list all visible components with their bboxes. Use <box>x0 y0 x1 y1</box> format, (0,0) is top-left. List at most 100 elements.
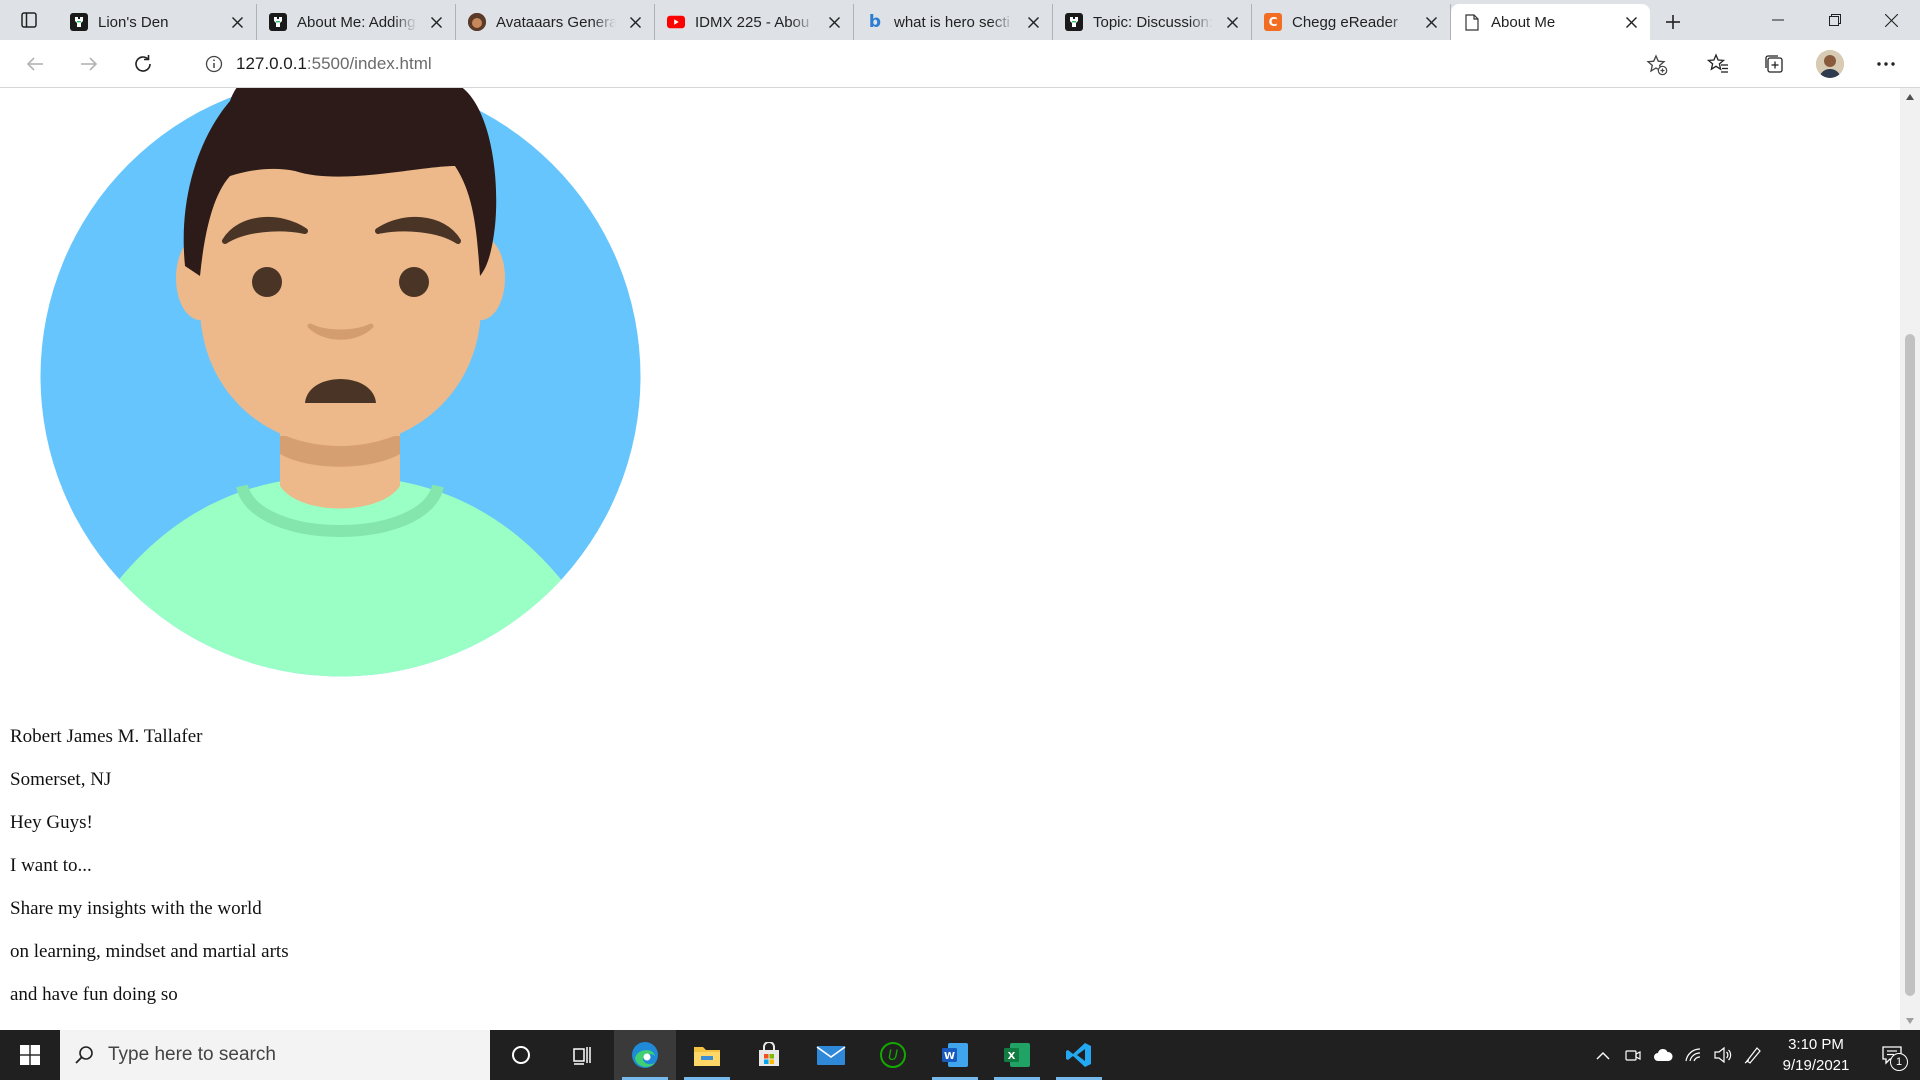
tab-title: About Me: Adding <box>297 13 416 31</box>
avatar-illustration <box>40 88 641 677</box>
settings-menu-button[interactable] <box>1858 40 1914 88</box>
clock-date: 9/19/2021 <box>1782 1057 1850 1074</box>
url-path: :5500/index.html <box>306 54 432 73</box>
tab-close-icon[interactable] <box>228 13 246 31</box>
bio-line: I want to... <box>10 855 92 876</box>
site-info-button[interactable] <box>192 55 236 73</box>
action-center-button[interactable]: 1 <box>1864 1030 1920 1080</box>
scroll-down-button[interactable] <box>1900 1012 1920 1030</box>
chegg-icon: C <box>1264 13 1282 31</box>
browser-tab[interactable]: IDMX 225 - Abou <box>655 4 854 40</box>
tab-title: Lion's Den <box>98 13 169 31</box>
collections-icon <box>1765 55 1783 73</box>
excel-taskbar-button[interactable]: X <box>986 1030 1048 1080</box>
back-button[interactable] <box>8 44 62 84</box>
restore-button[interactable] <box>1806 0 1863 40</box>
network-button[interactable] <box>1678 1030 1708 1080</box>
word-taskbar-button[interactable]: W <box>924 1030 986 1080</box>
start-button[interactable] <box>0 1030 60 1080</box>
taskbar-clock[interactable]: 3:10 PM 9/19/2021 <box>1768 1034 1864 1076</box>
forward-arrow-icon <box>81 56 98 71</box>
browser-tab[interactable]: About Me <box>1451 4 1650 40</box>
tab-title: Avataaars Genera <box>496 13 616 31</box>
new-tab-button[interactable] <box>1650 4 1696 40</box>
lions-den-icon <box>70 13 88 31</box>
volume-button[interactable] <box>1708 1030 1738 1080</box>
microsoft-store-taskbar-button[interactable] <box>738 1030 800 1080</box>
browser-tab[interactable]: Lion's Den <box>58 4 257 40</box>
star-add-icon <box>1646 54 1668 76</box>
page-scrollbar[interactable] <box>1900 88 1920 1030</box>
file-explorer-taskbar-button[interactable] <box>676 1030 738 1080</box>
page-icon <box>1463 13 1481 31</box>
scroll-thumb[interactable] <box>1905 334 1915 996</box>
task-view-taskbar-button[interactable] <box>552 1030 614 1080</box>
forward-button[interactable] <box>62 44 116 84</box>
tab-close-icon[interactable] <box>1223 13 1241 31</box>
browser-tab[interactable]: Topic: Discussion: <box>1053 4 1252 40</box>
refresh-icon <box>135 54 151 72</box>
notification-count-badge: 1 <box>1890 1053 1908 1071</box>
browser-tab[interactable]: C Chegg eReader <box>1252 4 1451 40</box>
svg-text:U: U <box>888 1048 898 1064</box>
tab-close-icon[interactable] <box>1622 13 1640 31</box>
tab-close-icon[interactable] <box>427 13 445 31</box>
info-icon <box>205 55 223 73</box>
speaker-icon <box>1714 1047 1732 1063</box>
bio-line: Robert James M. Tallafer <box>10 726 203 747</box>
minimize-button[interactable] <box>1749 0 1806 40</box>
clock-time: 3:10 PM <box>1788 1036 1844 1053</box>
favorites-icon <box>1707 53 1728 73</box>
browser-tab[interactable]: b what is hero secti <box>854 4 1053 40</box>
tab-actions-icon <box>21 12 37 28</box>
lions-den-icon <box>269 13 287 31</box>
cortana-icon <box>510 1044 532 1066</box>
pen-workspace-button[interactable] <box>1738 1030 1768 1080</box>
bing-icon: b <box>868 12 882 32</box>
page-viewport: Robert James M. Tallafer Somerset, NJ Hey … <box>0 88 1900 1030</box>
add-favorite-button[interactable] <box>1646 54 1668 81</box>
collections-button[interactable] <box>1746 40 1802 88</box>
tab-close-icon[interactable] <box>626 13 644 31</box>
tab-title: About Me <box>1491 13 1556 31</box>
refresh-button[interactable] <box>116 44 170 84</box>
tab-close-icon[interactable] <box>1024 13 1042 31</box>
browser-tab[interactable]: Avataaars Genera <box>456 4 655 40</box>
toolbar-actions <box>1690 40 1920 88</box>
show-hidden-icons-button[interactable] <box>1588 1030 1618 1080</box>
upwork-icon: U <box>879 1041 907 1069</box>
mail-taskbar-button[interactable] <box>800 1030 862 1080</box>
chevron-up-icon <box>1596 1051 1610 1059</box>
bio-section: Robert James M. Tallafer Somerset, NJ Hey … <box>10 726 289 1027</box>
plus-icon <box>1666 15 1680 29</box>
close-window-button[interactable] <box>1863 0 1920 40</box>
word-icon: W <box>940 1041 970 1069</box>
scroll-up-button[interactable] <box>1900 88 1920 106</box>
task-view-icon <box>572 1044 594 1066</box>
url-host: 127.0.0.1 <box>236 54 307 73</box>
browser-tab[interactable]: About Me: Adding <box>257 4 456 40</box>
tab-actions-button[interactable] <box>0 0 58 40</box>
taskbar-search-box[interactable]: Type here to search <box>60 1030 490 1080</box>
address-bar[interactable]: 127.0.0.1:5500/index.html <box>180 45 1682 83</box>
back-arrow-icon <box>26 56 43 71</box>
microsoft-store-icon <box>756 1042 782 1068</box>
vscode-taskbar-button[interactable] <box>1048 1030 1110 1080</box>
cortana-taskbar-button[interactable] <box>490 1030 552 1080</box>
meet-now-button[interactable] <box>1618 1030 1648 1080</box>
cloud-icon <box>1654 1048 1673 1061</box>
tab-close-icon[interactable] <box>825 13 843 31</box>
youtube-icon <box>667 13 685 31</box>
tab-close-icon[interactable] <box>1422 13 1440 31</box>
favorites-button[interactable] <box>1690 40 1746 88</box>
profile-button[interactable] <box>1802 40 1858 88</box>
onedrive-button[interactable] <box>1648 1030 1678 1080</box>
url-text: 127.0.0.1:5500/index.html <box>236 54 432 74</box>
tab-title: what is hero secti <box>894 13 1010 31</box>
edge-taskbar-button[interactable] <box>614 1030 676 1080</box>
restore-icon <box>1828 14 1841 26</box>
edge-icon <box>630 1040 660 1070</box>
taskbar-apps: U WX <box>490 1030 1110 1080</box>
meet-now-icon <box>1625 1050 1641 1061</box>
upwork-taskbar-button[interactable]: U <box>862 1030 924 1080</box>
